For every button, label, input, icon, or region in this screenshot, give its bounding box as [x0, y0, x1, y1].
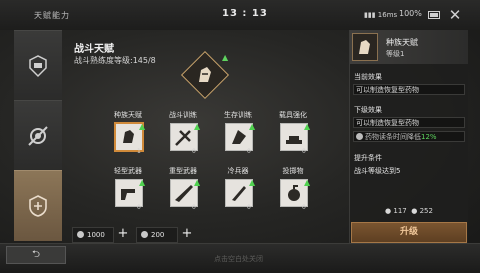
- skill-melee-weapons[interactable]: 冷兵器 ▲ 0: [212, 166, 264, 222]
- battery-icon: [428, 11, 440, 19]
- back-arrow-icon: ⮌: [31, 249, 40, 260]
- detail-talent-level: 等级1: [386, 50, 405, 58]
- coin-icon: ●: [385, 207, 392, 215]
- upgrade-arrow-icon: ▲: [194, 178, 201, 187]
- combat-emblem-icon: [199, 67, 211, 82]
- clock: 13 : 13: [222, 8, 268, 19]
- add-resource-1-button[interactable]: +: [116, 227, 130, 241]
- upgrade-arrow-icon: ▲: [194, 122, 201, 131]
- ping-indicator: ▮▮▮ 16ms: [364, 11, 398, 19]
- talent-tree-panel: 战斗天赋 战斗熟练度等级:145/8 ▲ 种族天赋 ▲ 1 战斗训练 ▲ 0 生…: [64, 30, 345, 243]
- upgrade-arrow-icon: ▲: [139, 178, 146, 187]
- skill-race-talent[interactable]: 种族天赋 ▲ 1: [102, 110, 154, 166]
- race-talent-icon: [352, 33, 378, 61]
- bonus-icon: [356, 133, 363, 140]
- proficiency-level: 战斗熟练度等级:145/8: [74, 56, 156, 65]
- add-resource-2-button[interactable]: +: [180, 227, 194, 241]
- upgrade-available-icon: ▲: [222, 53, 229, 62]
- talent-screen: 天赋能力 13 : 13 ▮▮▮ 16ms 100% ✕ 战斗天赋 战斗熟练度等…: [0, 0, 480, 273]
- close-button[interactable]: ✕: [445, 6, 465, 24]
- resource-counter-2: 200: [136, 227, 178, 243]
- tab-combat-talent[interactable]: [14, 30, 62, 101]
- requirement-label: 提升条件: [354, 154, 382, 162]
- skill-combat-training[interactable]: 战斗训练 ▲ 0: [157, 110, 209, 166]
- skill-throwables[interactable]: 投掷物 ▲ 0: [267, 166, 319, 222]
- talent-title: 战斗天赋: [74, 44, 114, 55]
- skill-vehicle-upgrade[interactable]: 载具强化 ▲ 0: [267, 110, 319, 166]
- tab-survival-talent[interactable]: [14, 170, 62, 241]
- upgrade-arrow-icon: ▲: [249, 122, 256, 131]
- detail-header: 种族天赋 等级1: [350, 30, 468, 64]
- upgrade-arrow-icon: ▲: [139, 122, 146, 131]
- next-effect-bonus: 药物读条时间降低12%: [353, 131, 465, 142]
- talent-detail-panel: 种族天赋 等级1 当前效果 可以制造恢复型药物 下级效果 可以制造恢复型药物 药…: [349, 30, 468, 243]
- upgrade-cost: ● 117 ● 252: [385, 207, 433, 215]
- battery-percent: 100%: [399, 9, 422, 18]
- upgrade-arrow-icon: ▲: [304, 122, 311, 131]
- skill-light-weapons[interactable]: 轻型武器 ▲ 0: [102, 166, 154, 222]
- current-effect-value: 可以制造恢复型药物: [353, 84, 465, 95]
- close-hint: 点击空白处关闭: [214, 255, 263, 263]
- shield-icon: [29, 195, 47, 217]
- current-effect-label: 当前效果: [354, 73, 382, 81]
- skill-heavy-weapons[interactable]: 重型武器 ▲ 0: [157, 166, 209, 222]
- upgrade-arrow-icon: ▲: [304, 178, 311, 187]
- skill-survival-training[interactable]: 生存训练 ▲ 0: [212, 110, 264, 166]
- resource-counter-1: 1000: [72, 227, 114, 243]
- tab-weapon-talent[interactable]: [14, 100, 62, 171]
- coin-icon: [77, 231, 84, 238]
- back-button[interactable]: ⮌: [6, 246, 66, 264]
- gear-icon: [28, 126, 48, 146]
- upgrade-arrow-icon: ▲: [249, 178, 256, 187]
- category-tabs: [14, 30, 62, 241]
- status-bar: 天赋能力 13 : 13 ▮▮▮ 16ms 100% ✕: [0, 0, 480, 30]
- next-effect-label: 下级效果: [354, 106, 382, 114]
- detail-talent-name: 种族天赋: [386, 38, 418, 47]
- upgrade-button[interactable]: 升级: [351, 222, 467, 243]
- fist-icon: [29, 55, 47, 78]
- token-icon: ●: [411, 207, 418, 215]
- requirement-value: 战斗等级达到5: [354, 167, 401, 175]
- screen-title: 天赋能力: [34, 11, 70, 20]
- token-icon: [141, 231, 148, 238]
- next-effect-value: 可以制造恢复型药物: [353, 117, 465, 128]
